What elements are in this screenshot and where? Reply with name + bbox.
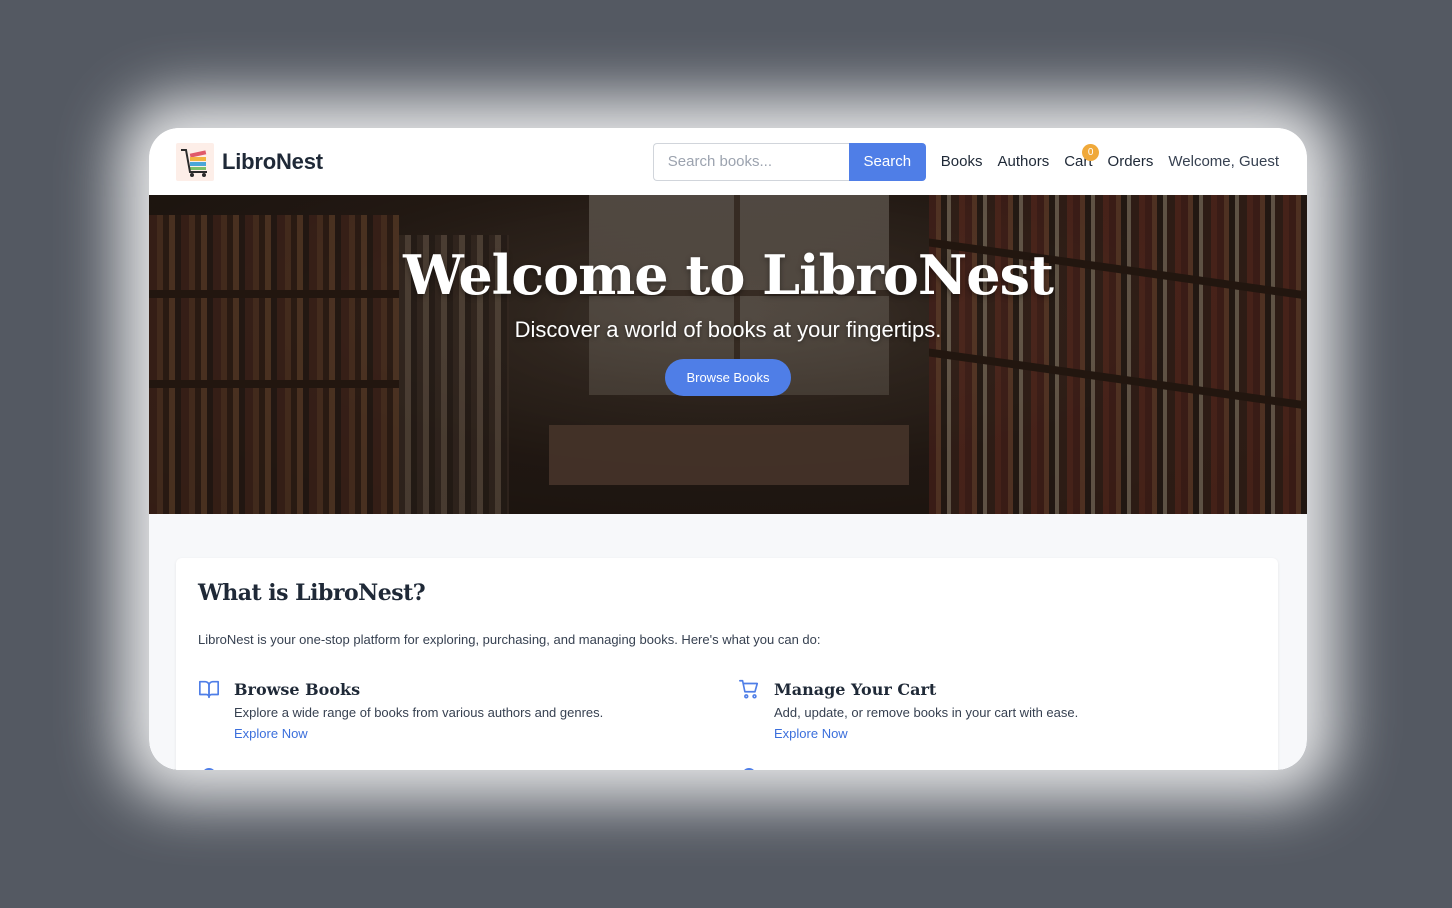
nav-authors[interactable]: Authors xyxy=(998,153,1050,170)
welcome-guest[interactable]: Welcome, Guest xyxy=(1168,153,1279,170)
partial-feature-icon xyxy=(742,768,756,770)
hero-banner: Welcome to LibroNest Discover a world of… xyxy=(149,195,1307,514)
feature-description: Explore a wide range of books from vario… xyxy=(234,705,604,720)
main-nav: Books Authors Cart 0 Orders Welcome, Gue… xyxy=(941,144,1279,170)
brand-name: LibroNest xyxy=(222,148,323,174)
feature-manage-cart: Manage Your Cart Add, update, or remove … xyxy=(738,676,1258,756)
nav-cart[interactable]: Cart 0 xyxy=(1064,144,1100,170)
nav-orders[interactable]: Orders xyxy=(1108,153,1154,170)
feature-title: Manage Your Cart xyxy=(774,680,937,699)
hero-title: Welcome to LibroNest xyxy=(403,243,1054,307)
search-form: Search xyxy=(652,142,926,181)
cart-icon xyxy=(738,678,760,700)
about-description: LibroNest is your one-stop platform for … xyxy=(198,632,821,647)
cart-count-badge: 0 xyxy=(1082,144,1100,161)
explore-now-link[interactable]: Explore Now xyxy=(234,726,308,741)
hero-subtitle: Discover a world of books at your finger… xyxy=(514,317,942,342)
search-button[interactable]: Search xyxy=(848,142,926,181)
nav-books[interactable]: Books xyxy=(941,153,983,170)
about-title: What is LibroNest? xyxy=(198,580,426,606)
feature-description: Add, update, or remove books in your car… xyxy=(774,705,1079,720)
book-open-icon xyxy=(198,678,220,700)
logo[interactable]: LibroNest xyxy=(176,142,323,181)
feature-browse-books: Browse Books Explore a wide range of boo… xyxy=(198,676,718,756)
book-cart-logo-icon xyxy=(176,142,214,181)
browser-window: LibroNest Search Books Authors Cart 0 Or… xyxy=(149,128,1307,770)
hero-content: Welcome to LibroNest Discover a world of… xyxy=(149,195,1307,514)
about-card: What is LibroNest? LibroNest is your one… xyxy=(176,558,1278,770)
site-header: LibroNest Search Books Authors Cart 0 Or… xyxy=(149,128,1307,195)
partial-feature-icon xyxy=(202,768,216,770)
search-input[interactable] xyxy=(652,142,849,181)
explore-now-link[interactable]: Explore Now xyxy=(774,726,848,741)
feature-title: Browse Books xyxy=(234,680,361,699)
browse-books-button[interactable]: Browse Books xyxy=(665,359,791,396)
